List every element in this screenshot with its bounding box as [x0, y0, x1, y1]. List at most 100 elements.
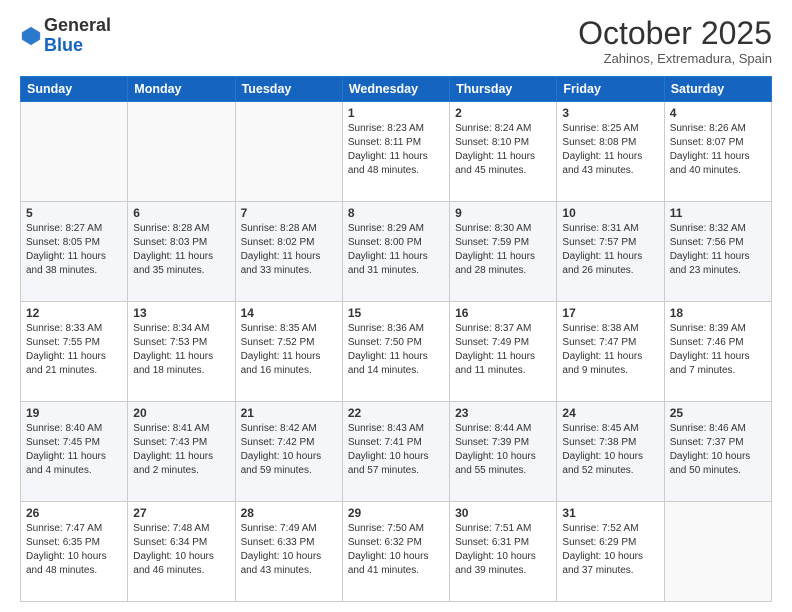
calendar-cell: 8Sunrise: 8:29 AMSunset: 8:00 PMDaylight…: [342, 202, 449, 302]
weekday-header-monday: Monday: [128, 77, 235, 102]
calendar-cell: 9 Sunrise: 8:30 AMSunset: 7:59 PMDaylight…: [450, 202, 557, 302]
day-number: 6: [133, 206, 229, 220]
day-number: 1: [348, 106, 444, 120]
calendar-cell: 29 Sunrise: 7:50 AMSunset: 6:32 PMDayligh…: [342, 502, 449, 602]
day-number: 18: [670, 306, 766, 320]
day-number: 20: [133, 406, 229, 420]
day-info: Sunrise: 7:51 AMSunset: 6:31 PMDaylight:…: [455, 522, 551, 578]
calendar-cell: 11 Sunrise: 8:32 AMSunset: 7:56 PMDayligh…: [664, 202, 771, 302]
day-number: 26: [26, 506, 122, 520]
day-number: 25: [670, 406, 766, 420]
day-info: Sunrise: 8:44 AMSunset: 7:39 PMDaylight:…: [455, 422, 551, 478]
calendar-cell: [664, 502, 771, 602]
day-number: 11: [670, 206, 766, 220]
calendar-cell: 19Sunrise: 8:40 AMSunset: 7:45 PMDayligh…: [21, 402, 128, 502]
day-info: Sunrise: 8:28 AMSunset: 8:02 PMDaylight:…: [241, 222, 337, 278]
day-number: 3: [562, 106, 658, 120]
day-info: Sunrise: 8:30 AMSunset: 7:59 PMDaylight:…: [455, 222, 551, 278]
calendar-cell: 24Sunrise: 8:45 AMSunset: 7:38 PMDayligh…: [557, 402, 664, 502]
calendar-cell: 28 Sunrise: 7:49 AMSunset: 6:33 PMDayligh…: [235, 502, 342, 602]
day-number: 8: [348, 206, 444, 220]
calendar-cell: 12Sunrise: 8:33 AMSunset: 7:55 PMDayligh…: [21, 302, 128, 402]
calendar-cell: 10Sunrise: 8:31 AMSunset: 7:57 PMDayligh…: [557, 202, 664, 302]
day-number: 30: [455, 506, 551, 520]
calendar-cell: 23 Sunrise: 8:44 AMSunset: 7:39 PMDayligh…: [450, 402, 557, 502]
weekday-header-saturday: Saturday: [664, 77, 771, 102]
calendar-cell: [128, 102, 235, 202]
day-info: Sunrise: 7:48 AMSunset: 6:34 PMDaylight:…: [133, 522, 229, 578]
subtitle: Zahinos, Extremadura, Spain: [578, 51, 772, 66]
calendar-cell: 25 Sunrise: 8:46 AMSunset: 7:37 PMDayligh…: [664, 402, 771, 502]
day-info: Sunrise: 8:40 AMSunset: 7:45 PMDaylight:…: [26, 422, 122, 478]
calendar-cell: 2 Sunrise: 8:24 AMSunset: 8:10 PMDaylight…: [450, 102, 557, 202]
calendar-cell: 14Sunrise: 8:35 AMSunset: 7:52 PMDayligh…: [235, 302, 342, 402]
day-info: Sunrise: 7:50 AMSunset: 6:32 PMDaylight:…: [348, 522, 444, 578]
day-info: Sunrise: 7:52 AMSunset: 6:29 PMDaylight:…: [562, 522, 658, 578]
day-number: 4: [670, 106, 766, 120]
calendar-cell: [21, 102, 128, 202]
day-info: Sunrise: 8:23 AMSunset: 8:11 PMDaylight:…: [348, 122, 444, 178]
weekday-header-friday: Friday: [557, 77, 664, 102]
logo-text: General Blue: [44, 16, 111, 56]
day-number: 15: [348, 306, 444, 320]
day-info: Sunrise: 8:31 AMSunset: 7:57 PMDaylight:…: [562, 222, 658, 278]
day-info: Sunrise: 8:39 AMSunset: 7:46 PMDaylight:…: [670, 322, 766, 378]
day-info: Sunrise: 8:38 AMSunset: 7:47 PMDaylight:…: [562, 322, 658, 378]
day-info: Sunrise: 8:32 AMSunset: 7:56 PMDaylight:…: [670, 222, 766, 278]
day-info: Sunrise: 8:33 AMSunset: 7:55 PMDaylight:…: [26, 322, 122, 378]
day-info: Sunrise: 8:27 AMSunset: 8:05 PMDaylight:…: [26, 222, 122, 278]
calendar-cell: [235, 102, 342, 202]
day-info: Sunrise: 7:47 AMSunset: 6:35 PMDaylight:…: [26, 522, 122, 578]
page: General Blue October 2025 Zahinos, Extre…: [0, 0, 792, 612]
day-number: 27: [133, 506, 229, 520]
calendar-cell: 21 Sunrise: 8:42 AMSunset: 7:42 PMDayligh…: [235, 402, 342, 502]
title-block: October 2025 Zahinos, Extremadura, Spain: [578, 16, 772, 66]
day-info: Sunrise: 8:24 AMSunset: 8:10 PMDaylight:…: [455, 122, 551, 178]
day-number: 9: [455, 206, 551, 220]
calendar-cell: 16 Sunrise: 8:37 AMSunset: 7:49 PMDayligh…: [450, 302, 557, 402]
day-number: 2: [455, 106, 551, 120]
day-info: Sunrise: 8:34 AMSunset: 7:53 PMDaylight:…: [133, 322, 229, 378]
calendar-cell: 26 Sunrise: 7:47 AMSunset: 6:35 PMDayligh…: [21, 502, 128, 602]
logo-icon: [20, 25, 42, 47]
week-row-2: 5 Sunrise: 8:27 AMSunset: 8:05 PMDaylight…: [21, 202, 772, 302]
day-number: 5: [26, 206, 122, 220]
calendar-table: SundayMondayTuesdayWednesdayThursdayFrid…: [20, 76, 772, 602]
weekday-header-row: SundayMondayTuesdayWednesdayThursdayFrid…: [21, 77, 772, 102]
day-number: 16: [455, 306, 551, 320]
calendar-cell: 13Sunrise: 8:34 AMSunset: 7:53 PMDayligh…: [128, 302, 235, 402]
day-info: Sunrise: 7:49 AMSunset: 6:33 PMDaylight:…: [241, 522, 337, 578]
calendar-cell: 17Sunrise: 8:38 AMSunset: 7:47 PMDayligh…: [557, 302, 664, 402]
day-number: 21: [241, 406, 337, 420]
day-number: 22: [348, 406, 444, 420]
weekday-header-tuesday: Tuesday: [235, 77, 342, 102]
day-info: Sunrise: 8:36 AMSunset: 7:50 PMDaylight:…: [348, 322, 444, 378]
day-number: 28: [241, 506, 337, 520]
calendar-cell: 27 Sunrise: 7:48 AMSunset: 6:34 PMDayligh…: [128, 502, 235, 602]
calendar-cell: 5 Sunrise: 8:27 AMSunset: 8:05 PMDaylight…: [21, 202, 128, 302]
calendar-cell: 20Sunrise: 8:41 AMSunset: 7:43 PMDayligh…: [128, 402, 235, 502]
day-number: 7: [241, 206, 337, 220]
month-title: October 2025: [578, 16, 772, 51]
day-number: 31: [562, 506, 658, 520]
calendar-cell: 30 Sunrise: 7:51 AMSunset: 6:31 PMDayligh…: [450, 502, 557, 602]
day-number: 29: [348, 506, 444, 520]
day-number: 23: [455, 406, 551, 420]
calendar-cell: 15 Sunrise: 8:36 AMSunset: 7:50 PMDayligh…: [342, 302, 449, 402]
header: General Blue October 2025 Zahinos, Extre…: [20, 16, 772, 66]
week-row-3: 12Sunrise: 8:33 AMSunset: 7:55 PMDayligh…: [21, 302, 772, 402]
weekday-header-wednesday: Wednesday: [342, 77, 449, 102]
week-row-5: 26 Sunrise: 7:47 AMSunset: 6:35 PMDayligh…: [21, 502, 772, 602]
day-info: Sunrise: 8:35 AMSunset: 7:52 PMDaylight:…: [241, 322, 337, 378]
day-info: Sunrise: 8:26 AMSunset: 8:07 PMDaylight:…: [670, 122, 766, 178]
day-info: Sunrise: 8:25 AMSunset: 8:08 PMDaylight:…: [562, 122, 658, 178]
calendar-cell: 7 Sunrise: 8:28 AMSunset: 8:02 PMDaylight…: [235, 202, 342, 302]
logo-general: General: [44, 15, 111, 35]
day-info: Sunrise: 8:45 AMSunset: 7:38 PMDaylight:…: [562, 422, 658, 478]
week-row-4: 19Sunrise: 8:40 AMSunset: 7:45 PMDayligh…: [21, 402, 772, 502]
calendar-cell: 6Sunrise: 8:28 AMSunset: 8:03 PMDaylight…: [128, 202, 235, 302]
day-info: Sunrise: 8:42 AMSunset: 7:42 PMDaylight:…: [241, 422, 337, 478]
day-info: Sunrise: 8:46 AMSunset: 7:37 PMDaylight:…: [670, 422, 766, 478]
logo: General Blue: [20, 16, 111, 56]
day-info: Sunrise: 8:37 AMSunset: 7:49 PMDaylight:…: [455, 322, 551, 378]
